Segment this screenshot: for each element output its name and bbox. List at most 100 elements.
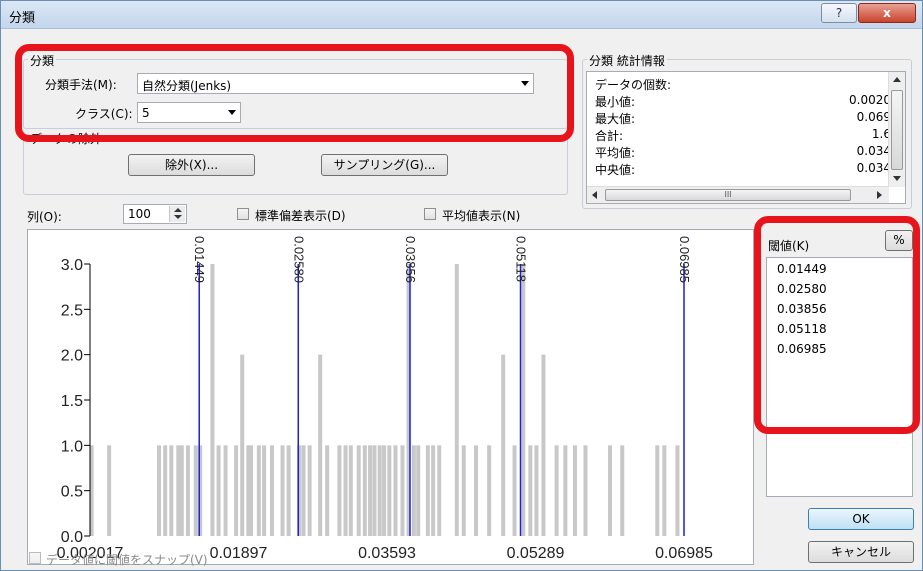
scroll-grip-icon: III bbox=[724, 190, 732, 199]
arrow-up-icon[interactable] bbox=[893, 77, 901, 82]
y-tick-label: 2.5 bbox=[61, 302, 83, 319]
histogram-bar bbox=[675, 445, 680, 536]
title-bar: 分類 ? x bbox=[1, 1, 922, 29]
histogram-bar bbox=[501, 354, 506, 536]
sampling-button[interactable]: サンプリング(G)... bbox=[321, 154, 448, 176]
histogram-bar bbox=[416, 445, 421, 536]
breaks-highlight bbox=[754, 216, 920, 434]
stats-horizontal-scrollbar[interactable]: III bbox=[587, 186, 889, 203]
histogram-bar bbox=[256, 445, 261, 536]
snap-checkbox[interactable] bbox=[29, 552, 41, 564]
histogram-bar bbox=[528, 445, 533, 536]
stat-value: 0.069 bbox=[856, 110, 891, 124]
stat-key: 最小値: bbox=[595, 95, 636, 109]
arrow-right-icon[interactable] bbox=[877, 191, 882, 199]
histogram-bar bbox=[382, 445, 387, 536]
histogram-bar bbox=[377, 445, 382, 536]
histogram-bar bbox=[248, 445, 253, 536]
histogram-bar bbox=[337, 445, 342, 536]
histogram-bar bbox=[107, 445, 112, 536]
histogram-bar bbox=[348, 445, 353, 536]
show-std-label: 標準偏差表示(D) bbox=[255, 209, 346, 223]
horizontal-scroll-thumb[interactable]: III bbox=[605, 189, 851, 201]
histogram-bar bbox=[512, 445, 517, 536]
spin-up-icon[interactable] bbox=[174, 208, 182, 212]
ok-button[interactable]: OK bbox=[808, 508, 914, 530]
stats-vertical-scrollbar[interactable] bbox=[888, 72, 905, 187]
show-mean-checkbox[interactable] bbox=[424, 208, 436, 220]
histogram-bar bbox=[362, 445, 367, 536]
histogram-bar bbox=[461, 445, 466, 536]
histogram-bar bbox=[662, 445, 667, 536]
stats-group-label: 分類 統計情報 bbox=[587, 52, 667, 69]
histogram-bar bbox=[572, 445, 577, 536]
histogram-bar bbox=[620, 445, 625, 536]
histogram-bar bbox=[437, 445, 442, 536]
histogram-bar bbox=[541, 354, 546, 536]
histogram-bar bbox=[157, 445, 162, 536]
exclusion-group: データの除外 bbox=[23, 130, 568, 195]
break-line-label: 0.01449 bbox=[192, 236, 207, 283]
y-tick-label: 2.0 bbox=[61, 348, 83, 365]
y-tick-label: 0.5 bbox=[61, 484, 83, 501]
y-tick-label: 1.5 bbox=[61, 393, 83, 410]
spin-down-icon[interactable] bbox=[174, 215, 182, 219]
stats-list[interactable]: データの個数: 最小値: 0.0020 最大値: 0.069 合計: 1.6 平… bbox=[586, 71, 906, 204]
histogram-bar bbox=[325, 445, 330, 536]
x-tick-label: 0.06985 bbox=[655, 545, 713, 562]
y-tick-label: 1.0 bbox=[61, 438, 83, 455]
x-tick-label: 0.01897 bbox=[210, 545, 268, 562]
stat-row: 最小値: 0.0020 bbox=[595, 93, 891, 109]
show-mean-label: 平均値表示(N) bbox=[442, 209, 521, 223]
classification-highlight bbox=[15, 44, 574, 142]
histogram-bar bbox=[534, 445, 539, 536]
cancel-button[interactable]: キャンセル bbox=[808, 541, 914, 563]
histogram-bar bbox=[554, 445, 559, 536]
stat-row: 平均値: 0.034 bbox=[595, 144, 891, 160]
histogram-bar bbox=[393, 445, 398, 536]
stat-row: 合計: 1.6 bbox=[595, 127, 891, 143]
vertical-scroll-thumb[interactable] bbox=[891, 90, 903, 170]
arrow-left-icon[interactable] bbox=[592, 191, 597, 199]
snap-label: データ値に閾値をスナップ(V) bbox=[46, 553, 208, 567]
histogram-bar bbox=[318, 354, 323, 536]
histogram-bar bbox=[356, 445, 361, 536]
stat-row: 最大値: 0.069 bbox=[595, 110, 891, 126]
histogram-bar bbox=[487, 445, 492, 536]
histogram-chart[interactable]: 3.02.52.01.51.00.50.00.002017 0.01897 0.03… bbox=[28, 230, 755, 566]
histogram-bar bbox=[425, 445, 430, 536]
show-std-checkbox[interactable] bbox=[237, 208, 249, 220]
histogram-bar bbox=[262, 445, 267, 536]
histogram-bar bbox=[210, 264, 215, 536]
histogram-bar bbox=[521, 264, 526, 536]
histogram-bar bbox=[411, 445, 416, 536]
window-title: 分類 bbox=[9, 11, 36, 26]
spinner-buttons[interactable] bbox=[169, 206, 185, 222]
histogram-bar bbox=[179, 445, 184, 536]
exclude-button[interactable]: 除外(X)... bbox=[128, 154, 255, 176]
stat-row: 中央値: 0.034 bbox=[595, 161, 891, 177]
break-line-label: 0.02580 bbox=[291, 236, 306, 283]
histogram-bar bbox=[280, 445, 285, 536]
classification-dialog: 分類 ? x 分類 分類手法(M): 自然分類(Jenks) クラス(C): 5… bbox=[0, 0, 923, 571]
stat-key: データの個数: bbox=[595, 78, 672, 92]
stat-key: 合計: bbox=[595, 129, 624, 143]
histogram-bar bbox=[583, 445, 588, 536]
columns-spinner[interactable]: 100 bbox=[123, 204, 187, 224]
histogram-bar bbox=[240, 354, 245, 536]
histogram-bar bbox=[454, 264, 459, 536]
x-tick-label: 0.05289 bbox=[507, 545, 565, 562]
columns-label: 列(O): bbox=[27, 210, 62, 224]
close-button[interactable]: x bbox=[858, 3, 916, 23]
arrow-down-icon[interactable] bbox=[893, 176, 901, 181]
x-tick-label: 0.03593 bbox=[358, 545, 416, 562]
break-line-label: 0.06985 bbox=[677, 236, 692, 283]
help-button[interactable]: ? bbox=[821, 3, 857, 23]
stat-key: 中央値: bbox=[595, 163, 636, 177]
stat-key: 平均値: bbox=[595, 146, 636, 160]
histogram-bar bbox=[343, 445, 348, 536]
stat-key: 最大値: bbox=[595, 112, 636, 126]
stat-value: 0.034 bbox=[856, 161, 891, 175]
histogram-panel[interactable]: 3.0 2.5 2.0 1.5 1.0 0.5 0.0 0.002017 0.01897 0.03… bbox=[27, 229, 754, 565]
histogram-bar bbox=[223, 445, 228, 536]
